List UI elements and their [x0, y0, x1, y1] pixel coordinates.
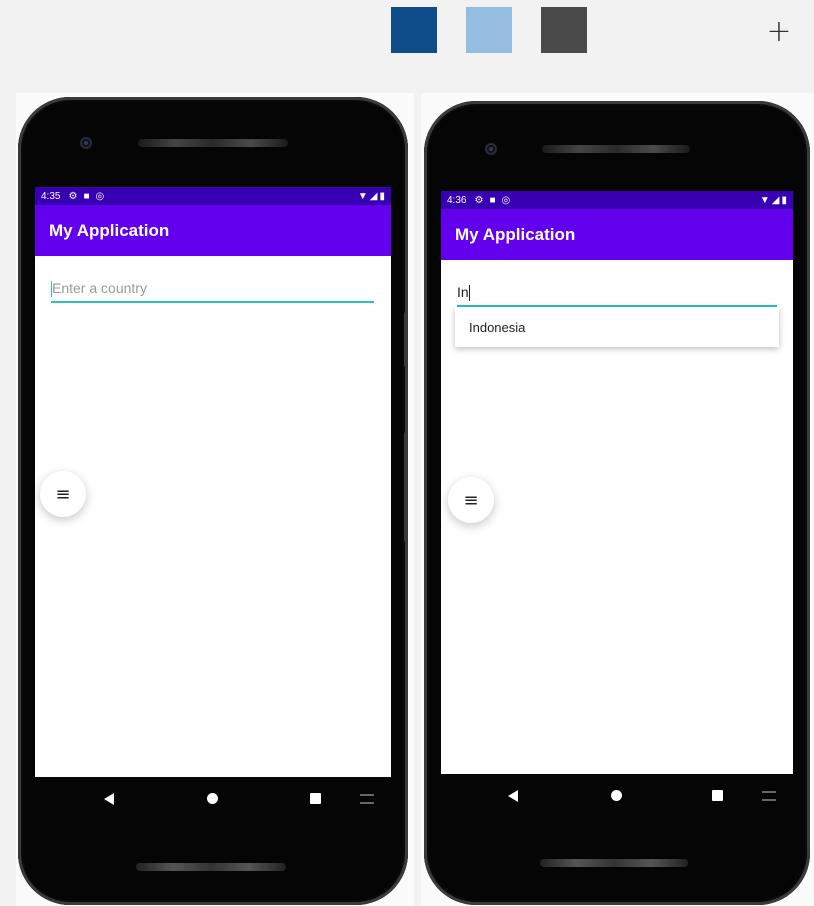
- earpiece-speaker: [542, 145, 690, 153]
- back-icon[interactable]: [508, 790, 518, 802]
- country-input[interactable]: In: [457, 281, 777, 307]
- home-icon[interactable]: [611, 790, 622, 801]
- recents-icon[interactable]: [310, 793, 321, 804]
- navigation-bar: [424, 774, 810, 816]
- input-value: In: [457, 284, 469, 300]
- sync-icon: ◎: [95, 190, 105, 202]
- menu-fab[interactable]: ≡: [40, 471, 86, 517]
- autocomplete-dropdown: Indonesia: [455, 307, 779, 347]
- phone-left: 4:35 ⚙ ■ ◎ ▼ ◢ ▮ My Application Enter a …: [18, 97, 408, 905]
- menu-icon: ≡: [55, 483, 71, 505]
- menu-icon: ≡: [463, 489, 479, 511]
- color-swatch-dark-gray[interactable]: [541, 7, 587, 53]
- front-camera: [485, 143, 497, 155]
- bottom-speaker: [540, 859, 688, 867]
- sync-icon: ◎: [501, 194, 511, 206]
- recents-icon[interactable]: [712, 790, 723, 801]
- status-time: 4:36: [447, 194, 467, 206]
- sim-card-icon: ■: [489, 194, 496, 206]
- status-bar: 4:35 ⚙ ■ ◎ ▼ ◢ ▮: [35, 187, 391, 205]
- keyboard-icon[interactable]: [360, 794, 374, 804]
- phone-screen: 4:35 ⚙ ■ ◎ ▼ ◢ ▮ My Application Enter a …: [35, 187, 391, 777]
- menu-fab[interactable]: ≡: [448, 477, 494, 523]
- battery-icon: ▮: [781, 194, 787, 206]
- home-icon[interactable]: [207, 793, 218, 804]
- gear-icon: ⚙: [68, 190, 78, 202]
- front-camera: [80, 137, 92, 149]
- keyboard-icon[interactable]: [762, 791, 776, 801]
- status-bar: 4:36 ⚙ ■ ◎ ▼ ◢ ▮: [441, 191, 793, 209]
- wifi-icon: ▼: [759, 194, 770, 206]
- country-input[interactable]: Enter a country: [51, 277, 374, 303]
- bottom-speaker: [136, 863, 286, 871]
- back-icon[interactable]: [104, 793, 114, 805]
- status-time: 4:35: [41, 190, 61, 202]
- cell-signal-icon: ◢: [771, 194, 780, 206]
- sim-card-icon: ■: [83, 190, 90, 202]
- battery-icon: ▮: [379, 190, 385, 202]
- side-button: [404, 432, 408, 542]
- color-swatch-dark-blue[interactable]: [391, 7, 437, 53]
- navigation-bar: [18, 777, 408, 819]
- cell-signal-icon: ◢: [369, 190, 378, 202]
- add-button[interactable]: +: [764, 17, 794, 48]
- wifi-icon: ▼: [357, 190, 368, 202]
- input-placeholder: Enter a country: [51, 280, 147, 298]
- gear-icon: ⚙: [474, 194, 484, 206]
- app-bar-title: My Application: [35, 205, 391, 256]
- color-swatch-light-blue[interactable]: [466, 7, 512, 53]
- phone-screen: 4:36 ⚙ ■ ◎ ▼ ◢ ▮ My Application In Indon…: [441, 191, 793, 774]
- earpiece-speaker: [138, 139, 288, 147]
- phone-right: 4:36 ⚙ ■ ◎ ▼ ◢ ▮ My Application In Indon…: [424, 101, 810, 905]
- suggestion-item[interactable]: Indonesia: [469, 320, 525, 335]
- side-button: [404, 312, 408, 367]
- app-bar-title: My Application: [441, 209, 793, 260]
